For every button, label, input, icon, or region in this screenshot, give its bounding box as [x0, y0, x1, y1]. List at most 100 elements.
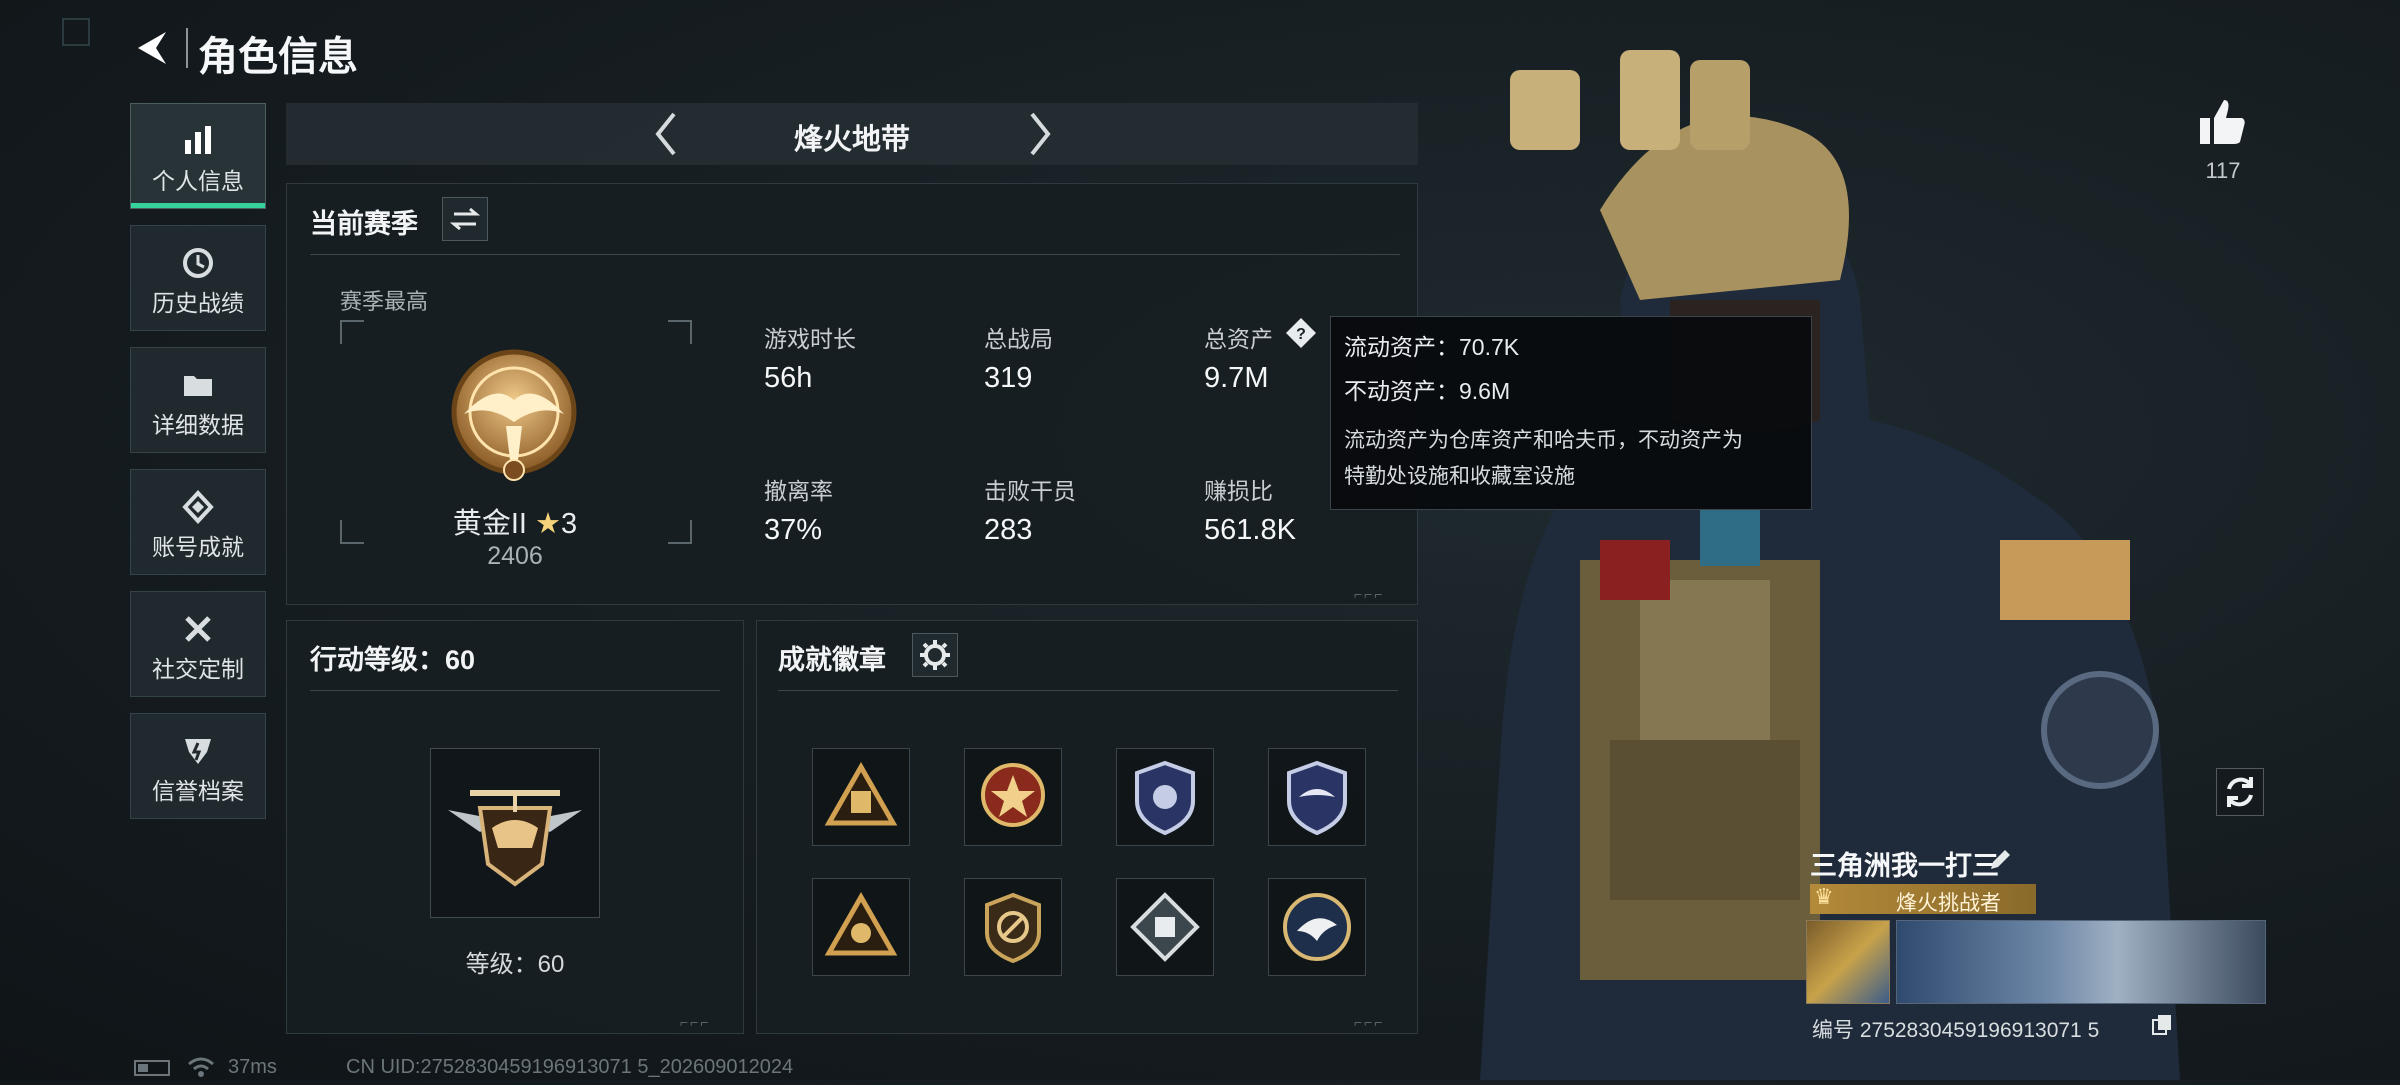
stat-label: 撤离率 — [764, 478, 833, 504]
sidebar-item-label: 账号成就 — [152, 534, 244, 560]
panel-corner-marks: ⌐⌐⌐ — [1354, 586, 1385, 602]
edit-name-button[interactable] — [1986, 846, 2014, 874]
sidebar-item-detailed-data[interactable]: 详细数据 — [130, 347, 266, 453]
achievement-icon — [181, 490, 215, 529]
mode-label: 烽火地带 — [793, 124, 910, 156]
stat-label: 击败干员 — [984, 478, 1076, 504]
stat-value: 319 — [984, 362, 1033, 394]
triangle-badge-icon — [824, 761, 898, 826]
title-badge-text: 烽火挑战者 — [1896, 892, 2001, 915]
achievement-badge[interactable] — [1268, 878, 1366, 976]
ping-text: 37ms — [228, 1056, 277, 1078]
mode-next-button[interactable] — [1022, 108, 1058, 160]
credit-shield-icon — [181, 734, 215, 773]
folder-icon — [181, 368, 215, 407]
season-title: 当前赛季 — [310, 209, 418, 239]
frame-corner — [668, 520, 692, 544]
header-divider — [186, 28, 188, 68]
title-badge-emblem-icon: ♛ — [1814, 884, 1834, 909]
action-level-divider — [310, 690, 720, 691]
sidebar-item-label: 个人信息 — [152, 168, 244, 194]
gear-icon — [920, 640, 950, 670]
frame-corner — [340, 320, 364, 344]
achievement-badge[interactable] — [964, 748, 1062, 846]
sidebar-item-credit-record[interactable]: 信誉档案 — [130, 713, 266, 819]
police-shield-icon — [1135, 760, 1195, 836]
swap-icon — [449, 207, 481, 231]
achievement-badge[interactable] — [1116, 748, 1214, 846]
stat-value: 561.8K — [1204, 514, 1296, 546]
copy-id-button[interactable] — [2150, 1012, 2174, 1036]
star-icon: ★ — [535, 508, 562, 540]
back-button[interactable] — [130, 26, 174, 70]
player-name: 三角洲我一打三 — [1810, 851, 1999, 881]
tooltip-fixed-assets: 不动资产：9.6M — [1344, 378, 1511, 404]
level-label: 等级：60 — [465, 951, 565, 978]
achievement-settings-button[interactable] — [912, 633, 958, 677]
svg-text:?: ? — [1296, 326, 1306, 343]
sidebar-item-history[interactable]: 历史战绩 — [130, 225, 266, 331]
stat-value: 37% — [764, 514, 823, 546]
title-badge: ♛ 烽火挑战者 — [1810, 884, 2036, 915]
triangle-badge-icon — [824, 891, 898, 956]
season-highest-label: 赛季最高 — [340, 289, 429, 314]
rank-stars: 3 — [561, 508, 578, 540]
panel-corner-marks: ⌐⌐⌐ — [680, 1014, 711, 1030]
wifi-icon — [186, 1054, 216, 1078]
sidebar-item-label: 社交定制 — [152, 656, 244, 682]
stat-label: 赚损比 — [1204, 478, 1273, 504]
stat-label: 游戏时长 — [764, 326, 856, 352]
achievement-badge[interactable] — [812, 878, 910, 976]
battery-icon — [134, 1060, 170, 1076]
eagle-shield-icon — [1287, 760, 1347, 836]
corner-square-icon — [62, 18, 90, 46]
sidebar-item-label: 历史战绩 — [152, 290, 244, 316]
sidebar-item-label: 详细数据 — [152, 412, 244, 438]
action-level-title: 行动等级：60 — [310, 645, 476, 675]
sidebar-item-personal-info[interactable]: 个人信息 — [130, 103, 266, 209]
frame-corner — [340, 520, 364, 544]
rank-name: 黄金II — [452, 508, 527, 540]
bar-chart-icon — [181, 124, 215, 163]
avatar[interactable] — [1806, 920, 1890, 1004]
achievement-badge[interactable] — [964, 878, 1062, 976]
rotate-model-button[interactable] — [2216, 768, 2264, 816]
player-id: 编号 2752830459196913071 5 — [1812, 1019, 2100, 1042]
achievement-badge[interactable] — [1268, 748, 1366, 846]
copy-icon — [2152, 1015, 2171, 1035]
name-card-banner[interactable] — [1896, 920, 2266, 1004]
question-icon[interactable]: ? — [1284, 316, 1318, 350]
mode-prev-button[interactable] — [648, 108, 684, 160]
diamond-badge-icon — [1130, 892, 1200, 962]
frame-corner — [668, 320, 692, 344]
helicopter-emblem-icon — [440, 768, 590, 898]
sidebar-item-label: 信誉档案 — [152, 778, 244, 804]
clock-history-icon — [181, 246, 215, 285]
pencil-icon — [1991, 850, 2010, 869]
achievement-badge[interactable] — [812, 748, 910, 846]
stat-label: 总战局 — [984, 326, 1053, 352]
season-switch-button[interactable] — [442, 197, 488, 241]
tooltip-liquid-assets: 流动资产：70.7K — [1344, 334, 1520, 360]
sidebar-item-social-custom[interactable]: 社交定制 — [130, 591, 266, 697]
stat-value: 283 — [984, 514, 1033, 546]
thumbs-up-icon — [2200, 100, 2245, 144]
eagle-coin-icon — [1283, 893, 1351, 961]
page-title: 角色信息 — [198, 35, 358, 79]
sidebar-item-achievements[interactable]: 账号成就 — [130, 469, 266, 575]
tools-icon — [181, 612, 215, 651]
tooltip-desc-line1: 流动资产为仓库资产和哈夫币，不动资产为 — [1344, 429, 1743, 452]
season-divider — [310, 254, 1400, 255]
like-count: 117 — [2205, 158, 2241, 183]
achievement-badge[interactable] — [1116, 878, 1214, 976]
like-button[interactable] — [2196, 96, 2250, 150]
panel-corner-marks: ⌐⌐⌐ — [1354, 1014, 1385, 1030]
stat-value: 56h — [764, 362, 813, 394]
back-arrow-icon — [138, 32, 166, 64]
tooltip-desc-line2: 特勤处设施和收藏室设施 — [1344, 465, 1575, 488]
stat-value: 9.7M — [1204, 362, 1269, 394]
rank-score: 2406 — [487, 542, 543, 570]
stat-label: 总资产 — [1204, 326, 1273, 352]
achievements-title: 成就徽章 — [778, 645, 886, 675]
chevron-right-icon — [1030, 112, 1051, 156]
